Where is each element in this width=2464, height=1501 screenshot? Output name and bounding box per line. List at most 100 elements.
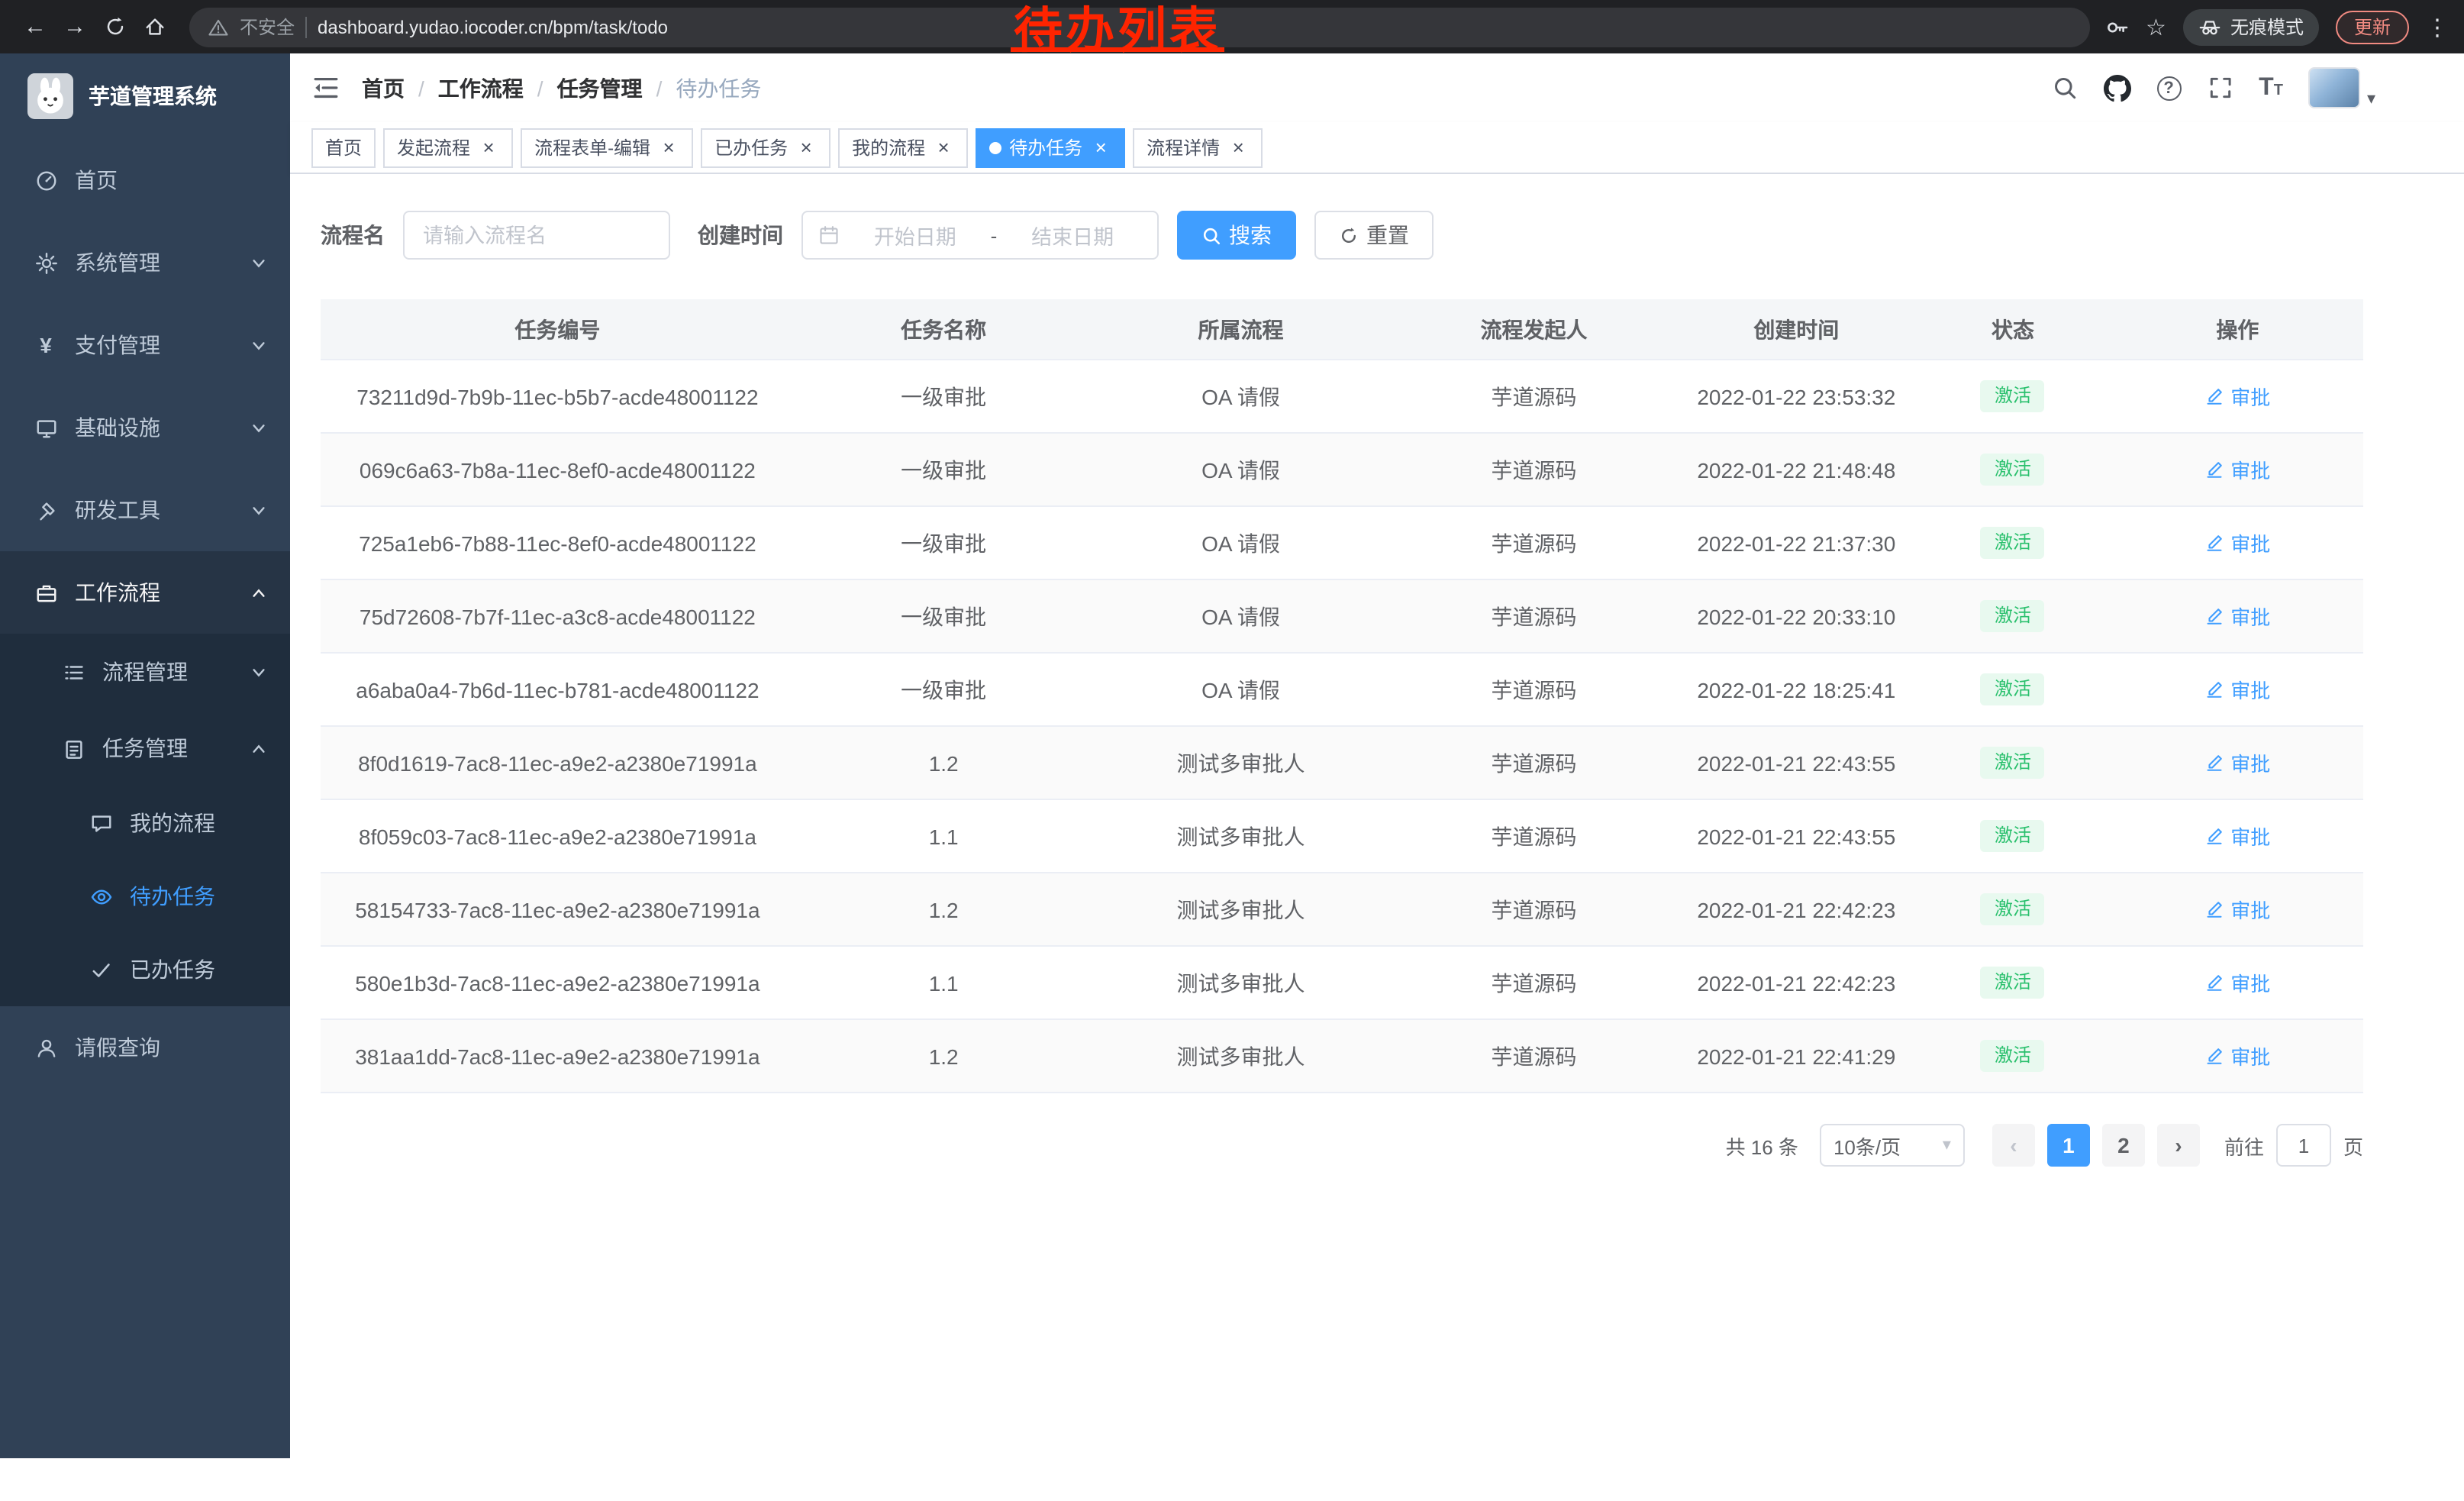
search-button[interactable]: 搜索 [1177, 211, 1296, 260]
cell-task-id: 069c6a63-7b8a-11ec-8ef0-acde48001122 [321, 457, 795, 482]
table-body: 73211d9d-7b9b-11ec-b5b7-acde48001122 一级审… [321, 360, 2363, 1093]
filter-form: 流程名 创建时间 开始日期 - 结束日期 搜索 [321, 211, 2363, 260]
browser-forward-icon[interactable]: → [55, 7, 95, 47]
sidebar-item-leave-query[interactable]: 请假查询 [0, 1006, 290, 1089]
cell-process: 测试多审批人 [1093, 821, 1389, 851]
yen-icon: ¥ [34, 333, 58, 357]
sidebar-toggle-icon[interactable] [311, 73, 340, 102]
help-icon[interactable]: ? [2156, 76, 2181, 100]
approve-link[interactable]: 审批 [2204, 895, 2270, 924]
status-badge: 激活 [1981, 1039, 2045, 1072]
sidebar-item-label: 研发工具 [75, 495, 160, 525]
cell-actions: 审批 [2112, 675, 2363, 704]
briefcase-icon [34, 581, 57, 604]
sidebar-item-process-management[interactable]: 流程管理 [0, 634, 290, 710]
sidebar-item-infrastructure[interactable]: 基础设施 [0, 386, 290, 469]
clipboard-icon [62, 737, 85, 760]
approve-link[interactable]: 审批 [2204, 822, 2270, 851]
approve-link[interactable]: 审批 [2204, 382, 2270, 411]
reset-button[interactable]: 重置 [1314, 211, 1434, 260]
update-button[interactable]: 更新 [2336, 10, 2409, 44]
column-header-initiator: 流程发起人 [1389, 314, 1679, 344]
cell-task-name: 1.2 [795, 750, 1093, 775]
cell-status: 激活 [1914, 453, 2112, 486]
goto-page-input[interactable] [2276, 1124, 2331, 1167]
date-range-picker[interactable]: 开始日期 - 结束日期 [801, 211, 1159, 260]
approve-link[interactable]: 审批 [2204, 602, 2270, 631]
tab-start-process[interactable]: 发起流程 × [383, 128, 513, 167]
close-icon[interactable]: × [1227, 137, 1249, 158]
status-badge: 激活 [1981, 453, 2045, 486]
cell-actions: 审批 [2112, 822, 2363, 851]
tab-process-detail[interactable]: 流程详情 × [1133, 128, 1263, 167]
sidebar-item-workflow[interactable]: 工作流程 [0, 551, 290, 634]
edit-icon [2204, 533, 2224, 553]
fullscreen-icon[interactable] [2207, 75, 2233, 101]
tab-process-form-edit[interactable]: 流程表单-编辑 × [521, 128, 693, 167]
close-icon[interactable]: × [658, 137, 679, 158]
cell-process: 测试多审批人 [1093, 747, 1389, 778]
cell-task-id: a6aba0a4-7b6d-11ec-b781-acde48001122 [321, 677, 795, 702]
prev-page-button[interactable]: ‹ [1992, 1124, 2035, 1167]
cell-created: 2022-01-22 21:48:48 [1679, 457, 1914, 482]
search-icon[interactable] [2051, 75, 2077, 101]
approve-link[interactable]: 审批 [2204, 675, 2270, 704]
browser-chrome: ← → 不安全 dashboard.yudao.iocoder.cn/bpm/t… [0, 0, 2464, 53]
key-icon[interactable] [2104, 15, 2129, 39]
user-avatar[interactable]: ▾ [2309, 67, 2375, 108]
sidebar-item-dev-tools[interactable]: 研发工具 [0, 469, 290, 551]
breadcrumb-home[interactable]: 首页 [362, 73, 405, 103]
warning-icon [208, 16, 229, 37]
tab-home[interactable]: 首页 [311, 128, 376, 167]
font-size-icon[interactable]: TT [2259, 76, 2283, 100]
tab-done-tasks[interactable]: 已办任务 × [701, 128, 830, 167]
approve-link[interactable]: 审批 [2204, 528, 2270, 557]
close-icon[interactable]: × [478, 137, 499, 158]
incognito-badge: 无痕模式 [2183, 8, 2319, 45]
status-badge: 激活 [1981, 966, 2045, 999]
sidebar-item-done-tasks[interactable]: 已办任务 [0, 933, 290, 1006]
sidebar-item-my-process[interactable]: 我的流程 [0, 786, 290, 860]
close-icon[interactable]: × [1090, 137, 1111, 158]
page-button-1[interactable]: 1 [2047, 1124, 2090, 1167]
github-icon[interactable] [2103, 74, 2130, 102]
cell-initiator: 芋道源码 [1389, 747, 1679, 778]
status-badge: 激活 [1981, 746, 2045, 779]
browser-home-icon[interactable] [134, 7, 174, 47]
cell-task-name: 1.2 [795, 897, 1093, 922]
approve-link[interactable]: 审批 [2204, 748, 2270, 777]
bookmark-star-icon[interactable]: ☆ [2146, 13, 2166, 40]
annotation-title: 待办列表 [1014, 5, 1221, 58]
cell-status: 激活 [1914, 379, 2112, 412]
table-row: a6aba0a4-7b6d-11ec-b781-acde48001122 一级审… [321, 654, 2363, 727]
table-row: 580e1b3d-7ac8-11ec-a9e2-a2380e71991a 1.1… [321, 947, 2363, 1020]
app-header: 首页 / 工作流程 / 任务管理 / 待办任务 ? [290, 53, 2464, 122]
sidebar-item-home[interactable]: 首页 [0, 139, 290, 221]
close-icon[interactable]: × [795, 137, 817, 158]
app-logo[interactable]: 芋道管理系统 [0, 53, 290, 139]
tab-todo-tasks[interactable]: 待办任务 × [976, 128, 1125, 167]
browser-back-icon[interactable]: ← [15, 7, 55, 47]
browser-menu-icon[interactable]: ⋮ [2426, 13, 2449, 40]
sidebar-item-label: 基础设施 [75, 412, 160, 443]
approve-link[interactable]: 审批 [2204, 968, 2270, 997]
process-name-input[interactable] [403, 211, 670, 260]
goto-label: 前往 [2224, 1131, 2264, 1160]
approve-link[interactable]: 审批 [2204, 455, 2270, 484]
next-page-button[interactable]: › [2157, 1124, 2200, 1167]
close-icon[interactable]: × [933, 137, 954, 158]
approve-link[interactable]: 审批 [2204, 1041, 2270, 1070]
cell-created: 2022-01-21 22:42:23 [1679, 897, 1914, 922]
cell-status: 激活 [1914, 893, 2112, 925]
sidebar-item-todo-tasks[interactable]: 待办任务 [0, 860, 290, 933]
cell-task-name: 一级审批 [795, 381, 1093, 412]
sidebar-item-payment-management[interactable]: ¥ 支付管理 [0, 304, 290, 386]
cell-task-name: 1.2 [795, 1044, 1093, 1068]
page-size-select[interactable]: 10条/页 ▾ [1820, 1124, 1965, 1167]
sidebar-item-task-management[interactable]: 任务管理 [0, 710, 290, 786]
browser-reload-icon[interactable] [95, 7, 134, 47]
sidebar-item-system-management[interactable]: 系统管理 [0, 221, 290, 304]
table-row: 8f0d1619-7ac8-11ec-a9e2-a2380e71991a 1.2… [321, 727, 2363, 800]
page-button-2[interactable]: 2 [2102, 1124, 2145, 1167]
tab-my-process[interactable]: 我的流程 × [838, 128, 968, 167]
